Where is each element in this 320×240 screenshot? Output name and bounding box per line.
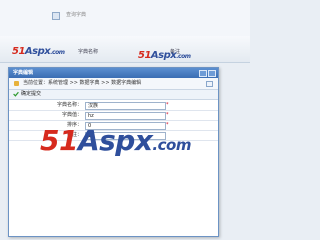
background-column-name[interactable]: 字典名称 [78, 48, 98, 55]
dialog-title: 字典编辑 [13, 70, 34, 76]
maximize-icon[interactable] [199, 70, 207, 77]
breadcrumb-bar: 当前位置：系统管理 >> 数据字典 >> 数据字典编辑 [9, 78, 218, 90]
home-icon [14, 81, 19, 86]
form-row-name: 字典名称： 汉族 * [9, 101, 218, 111]
close-icon[interactable] [208, 70, 216, 77]
confirm-submit-button[interactable]: 确定提交 [21, 90, 41, 99]
check-icon [13, 91, 19, 97]
watermark-large: 51Aspx.com [40, 124, 191, 157]
dialog-titlebar[interactable]: 字典编辑 [9, 68, 218, 78]
value-field[interactable]: hz [85, 112, 166, 120]
dialog-toolbar: 确定提交 [9, 90, 218, 100]
watermark-small-right: 51Aspx.com [138, 50, 191, 61]
field-label: 字典名称： [56, 102, 82, 108]
background-search-text[interactable]: 查询字典 [66, 11, 116, 19]
form-row-value: 字典值： hz * [9, 111, 218, 121]
collapse-icon[interactable] [206, 81, 213, 87]
required-mark: * [166, 102, 169, 108]
name-field[interactable]: 汉族 [85, 102, 166, 110]
watermark-small-left: 51Aspx.com [12, 46, 65, 57]
search-icon[interactable] [52, 12, 60, 20]
field-label: 字典值： [61, 112, 82, 118]
required-mark: * [166, 112, 169, 118]
background-top-bar [0, 0, 250, 36]
breadcrumb: 当前位置：系统管理 >> 数据字典 >> 数据字典编辑 [23, 80, 142, 86]
